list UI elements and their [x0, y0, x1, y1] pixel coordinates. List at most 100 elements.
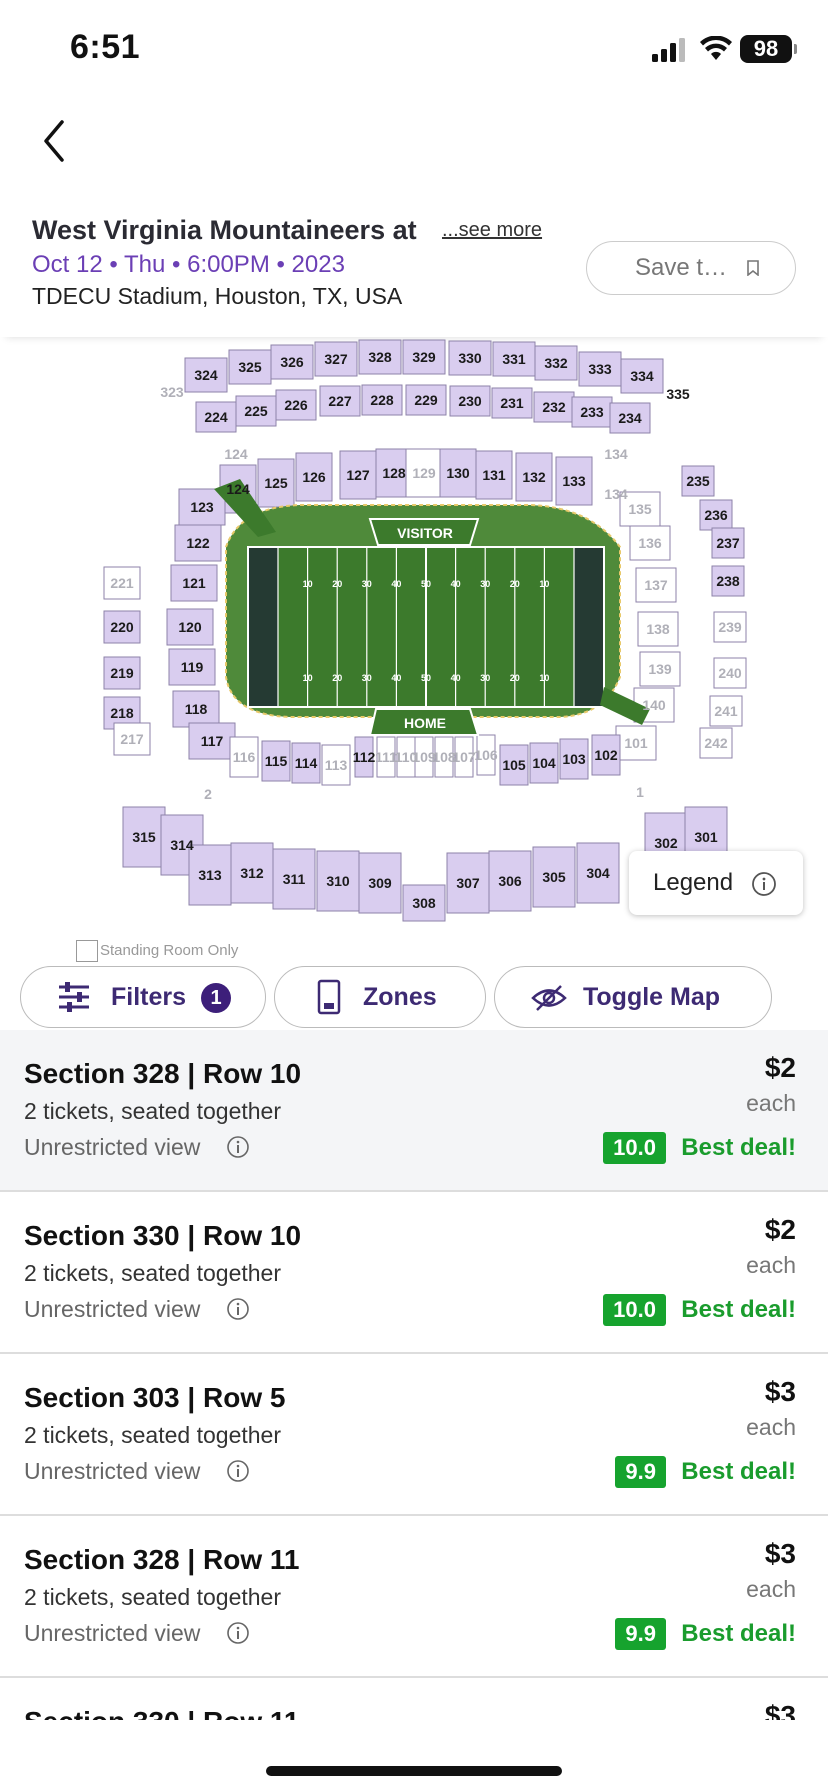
see-more-link[interactable]: ...see more	[442, 219, 542, 242]
listing-section: Section 330 | Row 11	[24, 1706, 300, 1720]
section-label: 103	[562, 751, 586, 767]
section-label: 312	[240, 865, 264, 881]
section-label: 2	[204, 786, 212, 802]
section-label: 221	[110, 575, 134, 591]
event-date: Oct 12 • Thu • 6:00PM • 2023	[32, 251, 345, 278]
info-icon[interactable]	[226, 1459, 250, 1483]
section-label: 136	[638, 535, 662, 551]
yard-number: 40	[391, 673, 401, 683]
info-icon[interactable]	[226, 1135, 250, 1159]
section-label: 334	[630, 368, 654, 384]
section-label: 235	[686, 473, 710, 489]
yard-number: 20	[510, 579, 520, 589]
yard-number: 10	[539, 673, 549, 683]
section-label: 331	[502, 351, 526, 367]
filters-button[interactable]: Filters 1	[20, 966, 266, 1028]
listing-price: $2	[764, 1214, 796, 1245]
section-label: 236	[704, 507, 728, 523]
save-label: Save t…	[635, 254, 728, 281]
section-label: 131	[482, 467, 506, 483]
event-venue: TDECU Stadium, Houston, TX, USA	[32, 283, 403, 309]
listing-row[interactable]: Section 303 | Row 5 2 tickets, seated to…	[0, 1354, 828, 1516]
section-label: 132	[522, 469, 546, 485]
listing-section: Section 328 | Row 11	[24, 1544, 300, 1575]
listing-price: $3	[764, 1538, 796, 1569]
section-label: 1	[636, 784, 644, 800]
deal-label: Best deal!	[681, 1134, 796, 1161]
visitor-label: VISITOR	[397, 525, 453, 541]
back-chevron-icon[interactable]	[36, 116, 76, 166]
section-label: 127	[346, 467, 370, 483]
section-label: 107	[452, 749, 476, 765]
section-label: 330	[458, 350, 482, 366]
section-label: 228	[370, 392, 394, 408]
section-label: 306	[498, 873, 522, 889]
section-label: 123	[190, 499, 214, 515]
wifi-icon	[700, 36, 732, 60]
home-label: HOME	[404, 715, 446, 731]
listing-price: $3	[764, 1376, 796, 1407]
listing-quantity: 2 tickets, seated together	[24, 1584, 281, 1610]
stadium-zones-icon	[317, 979, 341, 1015]
listing-view: Unrestricted view	[24, 1134, 249, 1161]
section-label: 227	[328, 393, 352, 409]
battery-indicator: 98	[740, 35, 797, 63]
legend-button[interactable]: Legend	[629, 851, 803, 915]
section-label: 106	[474, 747, 498, 763]
section-label: 219	[110, 665, 134, 681]
section-label: 114	[295, 755, 318, 771]
section-label: 115	[265, 753, 288, 769]
listing-price: $3	[764, 1700, 796, 1720]
section-label: 234	[618, 410, 642, 426]
section-label: 314	[170, 837, 194, 853]
bookmark-icon	[747, 260, 759, 276]
listing-price-unit: each	[746, 1252, 796, 1278]
listing-quantity: 2 tickets, seated together	[24, 1422, 281, 1448]
section-label: 130	[446, 465, 470, 481]
section-label: 122	[186, 535, 210, 551]
listing-row[interactable]: Section 330 | Row 11 $3	[0, 1678, 828, 1720]
section-label: 329	[412, 349, 436, 365]
section-label: 302	[654, 835, 678, 851]
filters-count-badge: 1	[201, 983, 231, 1013]
yard-number: 40	[451, 673, 461, 683]
yard-number: 50	[421, 579, 431, 589]
section-label: 126	[302, 469, 326, 485]
toggle-map-label: Toggle Map	[583, 983, 721, 1011]
yard-number: 20	[510, 673, 520, 683]
section-label: 305	[542, 869, 566, 885]
section-label: 218	[110, 705, 134, 721]
listing-view: Unrestricted view	[24, 1458, 249, 1485]
save-button[interactable]: Save t…	[586, 241, 796, 295]
info-icon[interactable]	[226, 1621, 250, 1645]
info-icon[interactable]	[226, 1297, 250, 1321]
section-label: 304	[586, 865, 610, 881]
section-label: 242	[704, 735, 728, 751]
info-icon	[752, 872, 776, 896]
listing-view: Unrestricted view	[24, 1620, 249, 1647]
section-label: 125	[264, 475, 288, 491]
listing-row[interactable]: Section 328 | Row 10 2 tickets, seated t…	[0, 1030, 828, 1192]
section-label: 324	[194, 367, 218, 383]
listing-list[interactable]: Section 328 | Row 10 2 tickets, seated t…	[0, 1030, 828, 1720]
section-label: 124	[224, 446, 248, 462]
section-label: 120	[178, 619, 202, 635]
section-label: 101	[624, 735, 648, 751]
section-label: 233	[580, 404, 604, 420]
section-label: 240	[718, 665, 742, 681]
section-label: 105	[502, 757, 526, 773]
toggle-map-button[interactable]: Toggle Map	[494, 966, 772, 1028]
section-label: 118	[185, 701, 208, 717]
listing-row[interactable]: Section 330 | Row 10 2 tickets, seated t…	[0, 1192, 828, 1354]
zones-button[interactable]: Zones	[274, 966, 486, 1028]
section-label: 226	[284, 397, 308, 413]
section-label: 232	[542, 399, 566, 415]
home-indicator	[266, 1766, 562, 1776]
deal-score-badge: 10.0	[603, 1294, 666, 1326]
listing-row[interactable]: Section 328 | Row 11 2 tickets, seated t…	[0, 1516, 828, 1678]
section-label: 325	[238, 359, 262, 375]
yard-number: 10	[303, 673, 313, 683]
section-label: 323	[160, 384, 184, 400]
section-label: 121	[182, 575, 206, 591]
section-label: 104	[532, 755, 556, 771]
